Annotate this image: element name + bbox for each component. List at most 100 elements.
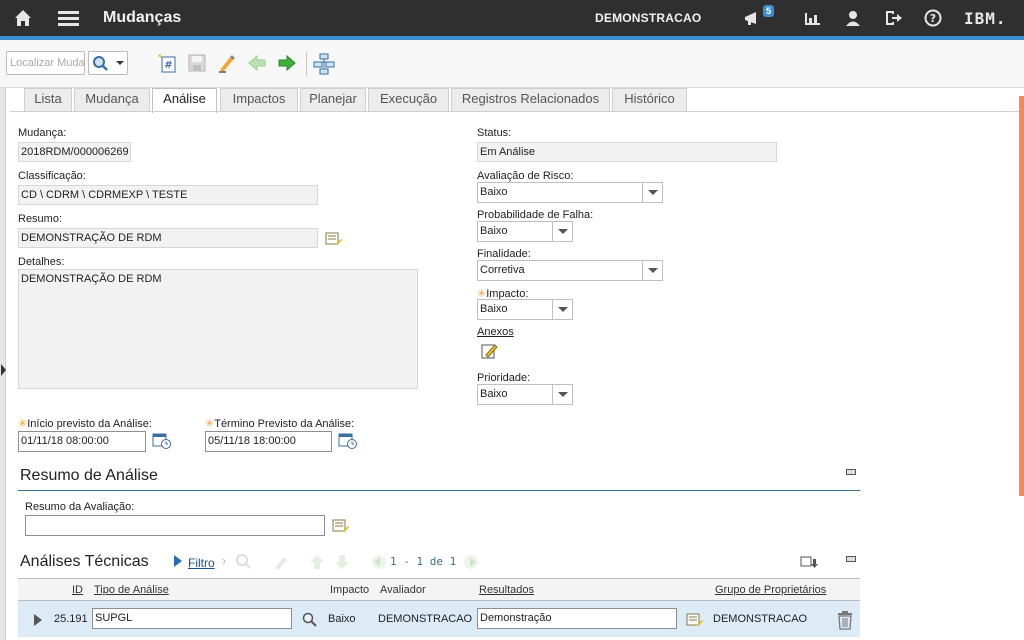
status-field[interactable]: Em Análise — [477, 142, 777, 162]
dropdown-arrow-icon[interactable] — [552, 385, 572, 404]
tab-bar: Lista Mudança Análise Impactos Planejar … — [10, 88, 1010, 113]
workflow-icon[interactable] — [313, 53, 335, 75]
tab-execucao[interactable]: Execução — [368, 88, 449, 112]
section-divider — [18, 490, 860, 491]
row-impacto: Baixo — [328, 613, 356, 625]
column-header-id[interactable]: ID — [72, 584, 83, 596]
profile-icon[interactable] — [842, 7, 864, 29]
long-description-icon[interactable] — [332, 517, 350, 535]
column-header-grupo[interactable]: Grupo de Proprietários — [715, 584, 826, 596]
svg-text:#: # — [164, 60, 172, 71]
classificacao-label: Classificação: — [18, 170, 86, 182]
long-description-icon[interactable] — [325, 230, 343, 248]
notification-badge: 5 — [763, 5, 775, 17]
logout-icon[interactable] — [882, 7, 904, 29]
menu-icon[interactable] — [57, 7, 79, 29]
avaliacao-label: Resumo da Avaliação: — [25, 501, 135, 513]
previous-page-icon[interactable] — [370, 553, 388, 571]
top-navigation-bar: Mudanças DEMONSTRACAO 5 ? IBM. — [0, 0, 1024, 36]
tab-registros-relacionados[interactable]: Registros Relacionados — [451, 88, 610, 112]
resumo-label: Resumo: — [18, 213, 63, 225]
search-input[interactable]: Localizar Mudança — [6, 51, 85, 75]
inicio-label: ✳Início previsto da Análise: — [18, 417, 152, 430]
trash-icon[interactable] — [836, 610, 854, 630]
next-page-icon[interactable] — [462, 553, 480, 571]
long-description-icon[interactable] — [686, 611, 704, 629]
dropdown-arrow-icon[interactable] — [552, 300, 572, 319]
home-icon[interactable] — [12, 7, 34, 29]
column-header-resultados[interactable]: Resultados — [479, 584, 534, 596]
save-icon[interactable] — [187, 53, 207, 73]
next-record-icon[interactable] — [277, 53, 297, 73]
row-resultados-field[interactable]: Demonstração — [477, 608, 677, 629]
calendar-icon[interactable] — [338, 432, 357, 450]
tab-planejar[interactable]: Planejar — [300, 88, 366, 112]
toolbar: Localizar Mudança # — [0, 40, 1024, 88]
help-icon[interactable]: ? — [922, 7, 944, 29]
new-record-icon[interactable]: # — [157, 53, 177, 73]
falha-select[interactable]: Baixo — [477, 221, 573, 242]
user-name[interactable]: DEMONSTRACAO — [595, 11, 701, 25]
table-header: ID Tipo de Análise Impacto Avaliador Res… — [18, 578, 860, 601]
falha-label: Probabilidade de Falha: — [477, 209, 594, 221]
tab-mudanca[interactable]: Mudança — [74, 88, 150, 112]
required-marker: ✳ — [18, 418, 28, 430]
minimize-section-button[interactable] — [846, 556, 856, 562]
row-avaliador: DEMONSTRACAO — [378, 613, 473, 625]
risco-value: Baixo — [480, 186, 508, 198]
resumo-field[interactable]: DEMONSTRAÇÃO DE RDM — [18, 228, 318, 248]
finalidade-select[interactable]: Corretiva — [477, 260, 663, 281]
row-tipo-field[interactable]: SUPGL — [92, 608, 292, 629]
tab-impactos[interactable]: Impactos — [220, 88, 298, 112]
required-marker: ✳ — [205, 418, 215, 430]
classificacao-field[interactable]: CD \ CDRM \ CDRMEXP \ TESTE — [18, 185, 318, 205]
move-up-disabled-icon — [308, 553, 326, 571]
dropdown-arrow-icon[interactable] — [642, 261, 662, 280]
dropdown-arrow-icon[interactable] — [552, 222, 572, 241]
prioridade-select[interactable]: Baixo — [477, 384, 573, 405]
pagination-text: 1 - 1 de 1 — [390, 555, 457, 568]
table-row[interactable]: 25.191 SUPGL Baixo DEMONSTRACAO Demonstr… — [18, 601, 860, 637]
lookup-icon[interactable] — [301, 611, 319, 629]
filter-expand-icon[interactable] — [172, 553, 184, 571]
column-header-impacto[interactable]: Impacto — [330, 584, 369, 596]
tab-analise[interactable]: Análise — [152, 88, 217, 113]
finalidade-label: Finalidade: — [477, 248, 531, 260]
previous-record-icon[interactable] — [247, 53, 267, 73]
clear-changes-icon[interactable] — [217, 53, 237, 73]
megaphone-icon[interactable] — [742, 7, 764, 29]
falha-value: Baixo — [480, 225, 508, 237]
finalidade-value: Corretiva — [480, 264, 525, 276]
download-icon[interactable] — [800, 553, 818, 571]
row-expand-icon[interactable] — [32, 612, 44, 630]
termino-label-text: Término Previsto da Análise: — [214, 418, 355, 430]
mudanca-field[interactable]: 2018RDM/000006269 — [18, 142, 131, 162]
attachment-edit-icon[interactable] — [481, 342, 499, 360]
svg-text:?: ? — [930, 12, 936, 25]
column-header-avaliador[interactable]: Avaliador — [380, 584, 426, 596]
search-button[interactable] — [88, 51, 128, 75]
tab-lista[interactable]: Lista — [24, 88, 72, 112]
toolbar-separator — [306, 52, 307, 76]
scrollbar[interactable] — [1019, 96, 1024, 496]
chart-icon[interactable] — [802, 7, 824, 29]
mudanca-label: Mudança: — [18, 127, 67, 139]
anexos-link[interactable]: Anexos — [477, 326, 514, 338]
dropdown-arrow-icon[interactable] — [642, 183, 662, 202]
tab-historico[interactable]: Histórico — [612, 88, 687, 112]
column-header-tipo[interactable]: Tipo de Análise — [94, 584, 169, 596]
filter-link[interactable]: Filtro — [188, 556, 215, 570]
minimize-section-button[interactable] — [846, 469, 856, 475]
prioridade-label: Prioridade: — [477, 372, 531, 384]
termino-field[interactable]: 05/11/18 18:00:00 — [205, 431, 332, 452]
termino-label: ✳Término Previsto da Análise: — [205, 417, 354, 430]
avaliacao-field[interactable] — [25, 515, 325, 536]
calendar-icon[interactable] — [152, 432, 171, 450]
side-collapse-handle[interactable] — [0, 88, 6, 640]
detalhes-textarea[interactable]: DEMONSTRAÇÃO DE RDM — [18, 269, 418, 389]
risco-select[interactable]: Baixo — [477, 182, 663, 203]
inicio-field[interactable]: 01/11/18 08:00:00 — [18, 431, 146, 452]
impacto-select[interactable]: Baixo — [477, 299, 573, 320]
move-down-disabled-icon — [333, 553, 351, 571]
chevron-right-icon: › — [222, 553, 227, 568]
